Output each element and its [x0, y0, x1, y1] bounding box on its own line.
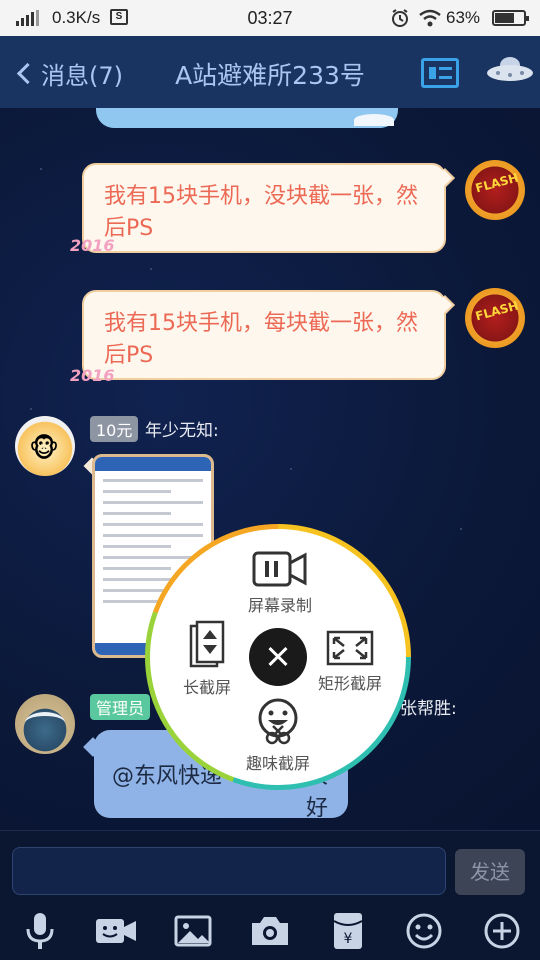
member-tag: 10元 [90, 416, 139, 442]
menu-item-label: 趣味截屏 [245, 754, 310, 773]
battery-icon [492, 10, 529, 26]
bubble-decoration-2016: 2016 [70, 366, 115, 385]
smiley-scissors-icon [258, 698, 298, 745]
battery-percent: 63% [446, 8, 481, 27]
message-bubble-right[interactable]: 我有15块手机，没块截一张，然后PS [82, 163, 455, 253]
bubble-decoration-2016: 2016 [70, 236, 115, 255]
long-screenshot-button[interactable]: 长截屏 [172, 620, 242, 698]
wifi-icon [418, 8, 442, 33]
message-text: 我有15块手机，每块截一张，然后PS [104, 311, 418, 368]
rect-screenshot-button[interactable]: 矩形截屏 [310, 630, 390, 694]
menu-item-label: 长截屏 [182, 678, 231, 697]
page-title: A站避难所233号 [175, 61, 365, 90]
long-screenshot-icon [189, 620, 225, 668]
menu-item-label: 屏幕录制 [247, 596, 312, 615]
message-input[interactable] [12, 847, 446, 895]
plus-icon[interactable] [480, 911, 524, 951]
avatar[interactable]: FLASH [465, 160, 525, 220]
previous-message-bubble[interactable] [96, 108, 398, 128]
camera-icon[interactable] [248, 911, 292, 951]
video-chat-icon[interactable] [94, 911, 138, 951]
profile-card-icon[interactable] [421, 58, 459, 88]
ufo-icon[interactable] [486, 56, 534, 84]
red-envelope-icon[interactable]: ¥ [326, 911, 370, 951]
input-area: 发送 ¥ [0, 830, 540, 960]
alarm-icon [390, 8, 410, 33]
rectangle-crop-icon [326, 630, 374, 666]
message-text: 我有15块手机，没块截一张，然后PS [104, 184, 418, 241]
screen-record-button[interactable]: 屏幕录制 [240, 550, 320, 616]
emoji-icon[interactable] [402, 911, 446, 951]
svg-text:¥: ¥ [344, 931, 353, 947]
send-button[interactable]: 发送 [455, 849, 525, 895]
fun-screenshot-button[interactable]: 趣味截屏 [238, 698, 318, 774]
message-bubble-right[interactable]: 我有15块手机，每块截一张，然后PS [82, 290, 455, 380]
avatar[interactable]: FLASH [465, 288, 525, 348]
close-menu-button[interactable] [249, 628, 307, 686]
video-record-icon [252, 551, 307, 587]
image-icon[interactable] [172, 911, 216, 951]
menu-item-label: 矩形截屏 [317, 674, 382, 693]
admin-tag: 管理员 [90, 694, 151, 720]
avatar[interactable] [15, 694, 75, 754]
sender-name: 年少无知: [145, 421, 219, 441]
microphone-icon[interactable] [18, 911, 62, 951]
chat-header: 消息(7) A站避难所233号 [0, 36, 540, 108]
sender-name: 张帮胜: [400, 699, 457, 719]
status-bar: 0.3K/s S 03:27 63% [0, 0, 540, 36]
avatar[interactable]: 🐵 [15, 416, 75, 476]
